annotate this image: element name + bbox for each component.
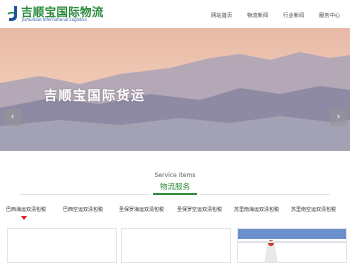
logo-j-icon [7, 6, 17, 21]
nav-service-center[interactable]: 服务中心 [319, 11, 340, 19]
tab-sao-paulo-air[interactable]: 圣保罗空运双清包税 [177, 206, 222, 214]
nav-logistics-news[interactable]: 物流新闻 [247, 11, 268, 19]
services-divider-right [200, 194, 330, 195]
service-card[interactable] [121, 228, 231, 263]
banner-prev-button[interactable]: ‹ [4, 109, 21, 126]
tab-suriname-air[interactable]: 苏里南空运双清包税 [291, 206, 336, 214]
banner-next-button[interactable]: › [330, 109, 347, 126]
banner-headline: 吉顺宝国际货运 [44, 89, 146, 104]
site-logo[interactable]: 吉顺宝国际物流 Jishunbao International Logistic… [7, 5, 119, 23]
site-header: 吉顺宝国际物流 Jishunbao International Logistic… [0, 0, 350, 28]
tab-suriname-sea[interactable]: 苏里南海运双清包税 [234, 206, 279, 214]
services-title-en: Service items [154, 172, 196, 179]
nav-industry-news[interactable]: 行业新闻 [283, 11, 304, 19]
nav-home[interactable]: 网站首页 [211, 11, 232, 19]
airplane-photo [238, 229, 346, 262]
services-title-underline [153, 193, 197, 195]
tab-sao-paulo-sea[interactable]: 圣保罗海运双清包税 [119, 206, 164, 214]
hero-banner: 吉顺宝国际货运 ‹ › [0, 28, 350, 151]
services-title-cn: 物流服务 [160, 182, 190, 191]
logo-english-name: Jishunbao International Logistics [22, 17, 87, 22]
tab-brazil-sea[interactable]: 巴西海运双清包税 [6, 206, 46, 214]
active-tab-indicator [21, 216, 27, 220]
service-card[interactable] [7, 228, 117, 263]
tab-brazil-air[interactable]: 巴西空运双清包税 [63, 206, 103, 214]
services-divider-left [20, 194, 150, 195]
service-card[interactable] [237, 228, 347, 263]
